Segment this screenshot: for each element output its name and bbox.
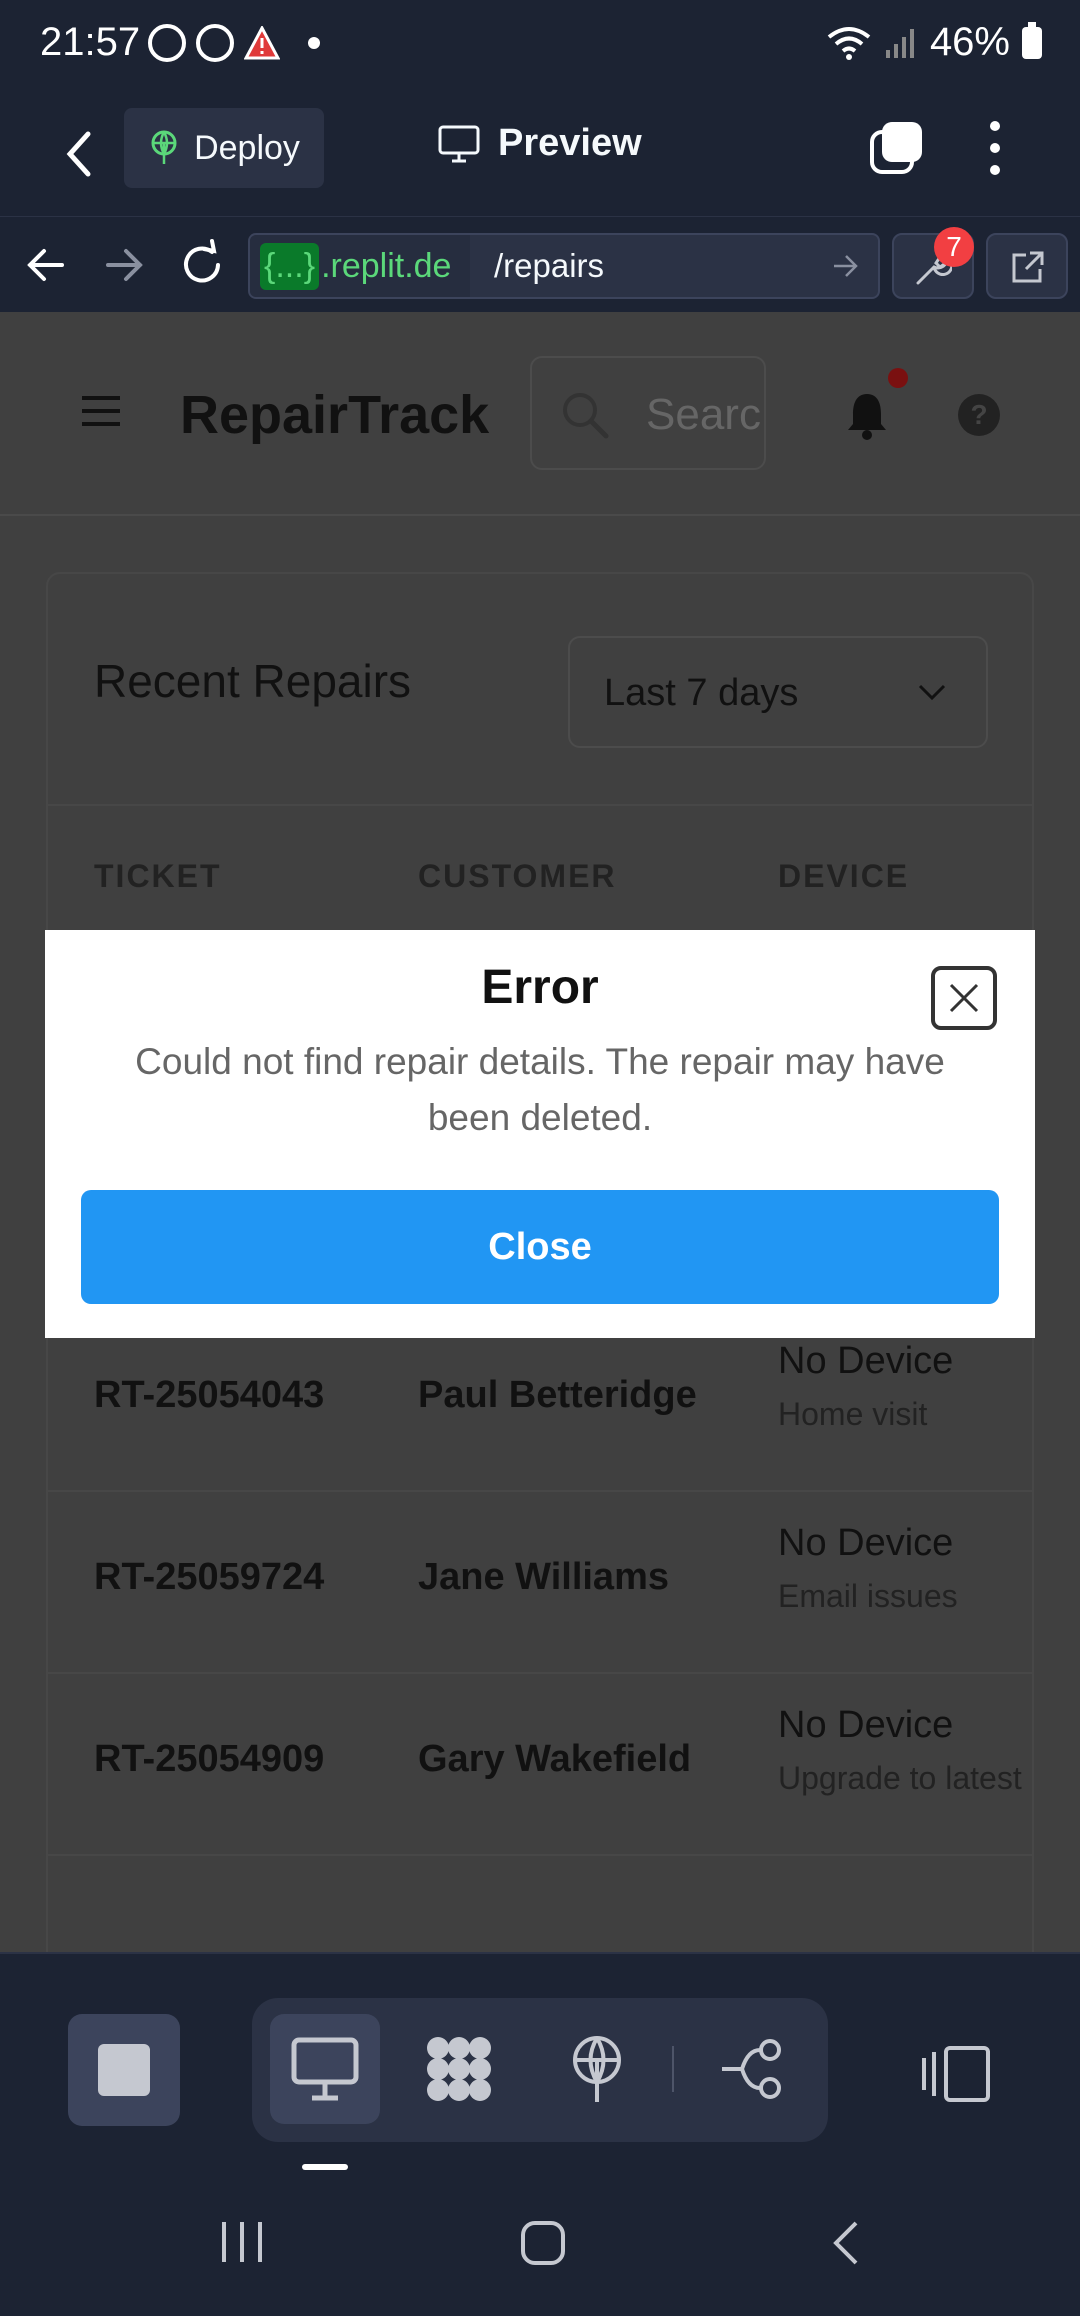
menu-icon[interactable]	[82, 396, 120, 426]
preview-label: Preview	[498, 122, 642, 164]
app-title: RepairTrack	[180, 385, 490, 445]
customer-name: Jane Williams	[418, 1556, 669, 1598]
monitor-icon	[291, 2037, 359, 2101]
preview-tool-button[interactable]	[270, 2014, 380, 2124]
browser-back-icon[interactable]	[18, 237, 74, 293]
warning-icon	[244, 26, 280, 60]
notification-icons	[148, 24, 320, 62]
deploy-label: Deploy	[194, 128, 300, 167]
card-title: Recent Repairs	[94, 655, 412, 707]
recent-apps-icon[interactable]	[218, 2220, 266, 2264]
error-dialog: Error Could not find repair details. The…	[45, 930, 1035, 1338]
apps-grid-icon[interactable]	[424, 2034, 494, 2104]
status-right: 46%	[826, 20, 1042, 65]
table-row[interactable]: RT-25054909 Gary Wakefield No Device Upg…	[48, 1674, 1032, 1856]
stop-button[interactable]	[68, 2014, 180, 2126]
column-header-device: DEVICE	[778, 858, 910, 894]
android-nav-bar	[0, 2176, 1080, 2316]
column-header-customer: CUSTOMER	[418, 858, 617, 894]
replit-header: Deploy Preview	[0, 94, 1080, 216]
signal-icon	[885, 28, 914, 58]
status-time: 21:57	[40, 20, 141, 64]
threads-icon	[148, 24, 186, 62]
url-row: {...} .replit.de /repairs 7	[0, 216, 1080, 312]
notification-dot	[888, 368, 908, 388]
tabs-icon[interactable]	[868, 120, 924, 176]
more-notifications-dot	[308, 37, 320, 49]
table-row[interactable]: RT-25059724 Jane Williams No Device Emai…	[48, 1492, 1032, 1674]
ticket-id: RT-25054909	[94, 1738, 325, 1780]
open-external-button[interactable]	[986, 233, 1068, 299]
search-icon	[563, 393, 609, 439]
dialog-message: Could not find repair details. The repai…	[135, 1041, 945, 1138]
dialog-title: Error	[481, 961, 599, 1014]
url-host: {...} .replit.de	[250, 235, 470, 297]
url-host-chip: {...}	[260, 242, 320, 290]
back-icon[interactable]	[60, 128, 100, 180]
issue-description: Home visit	[778, 1396, 928, 1432]
close-icon	[949, 983, 979, 1013]
battery-percent: 46%	[929, 20, 1010, 64]
device-name: No Device	[778, 1522, 954, 1564]
tab-indicator	[302, 2164, 348, 2170]
go-arrow-icon[interactable]	[830, 251, 860, 281]
column-header-ticket: TICKET	[94, 858, 222, 894]
workspace-toolbar	[0, 1952, 1080, 2164]
app-bar: RepairTrack Search ?	[0, 312, 1080, 516]
devtools-badge: 7	[934, 227, 974, 267]
issue-description: Email issues	[778, 1578, 958, 1614]
table-header: TICKET CUSTOMER DEVICE	[48, 804, 1032, 944]
ticket-id: RT-25059724	[94, 1556, 325, 1598]
url-path: /repairs	[494, 247, 605, 284]
reload-icon[interactable]	[174, 237, 230, 293]
url-input[interactable]: {...} .replit.de /repairs	[248, 233, 880, 299]
external-link-icon	[1012, 251, 1044, 283]
close-button[interactable]: Close	[81, 1190, 999, 1304]
tool-separator	[672, 2046, 674, 2092]
deploy-tool-icon[interactable]	[562, 2034, 632, 2104]
stop-icon	[98, 2044, 150, 2096]
device-name: No Device	[778, 1704, 954, 1746]
help-icon[interactable]: ?	[958, 394, 1000, 436]
wifi-icon	[827, 26, 871, 60]
customer-name: Paul Betteridge	[418, 1374, 697, 1416]
battery-icon	[1022, 21, 1042, 59]
deploy-icon	[151, 130, 177, 164]
chevron-down-icon	[918, 684, 946, 701]
sidebar-toggle-icon[interactable]	[920, 2044, 992, 2104]
more-options-icon[interactable]	[980, 118, 1010, 178]
monitor-icon	[438, 125, 480, 162]
home-icon[interactable]	[520, 2220, 566, 2266]
status-bar: 21:57 46%	[0, 0, 1080, 94]
browser-forward-icon[interactable]	[96, 237, 152, 293]
tool-group	[252, 1998, 828, 2142]
device-name: No Device	[778, 1340, 954, 1382]
git-branch-icon[interactable]	[718, 2034, 788, 2104]
customer-name: Gary Wakefield	[418, 1738, 692, 1780]
dialog-close-icon[interactable]	[931, 966, 997, 1030]
play-icon	[196, 24, 234, 62]
issue-description: Upgrade to latest	[778, 1760, 1022, 1796]
back-nav-icon[interactable]	[830, 2220, 860, 2266]
url-host-text: .replit.de	[321, 246, 452, 285]
date-range-value: Last 7 days	[604, 672, 799, 714]
notifications-bell-icon[interactable]	[844, 390, 890, 440]
preview-tab[interactable]: Preview	[438, 122, 642, 165]
search-placeholder: Search	[646, 390, 764, 439]
date-range-select[interactable]: Last 7 days	[568, 636, 988, 748]
ticket-id: RT-25054043	[94, 1374, 325, 1416]
search-input[interactable]: Search	[530, 356, 766, 470]
deploy-button[interactable]: Deploy	[124, 108, 324, 188]
